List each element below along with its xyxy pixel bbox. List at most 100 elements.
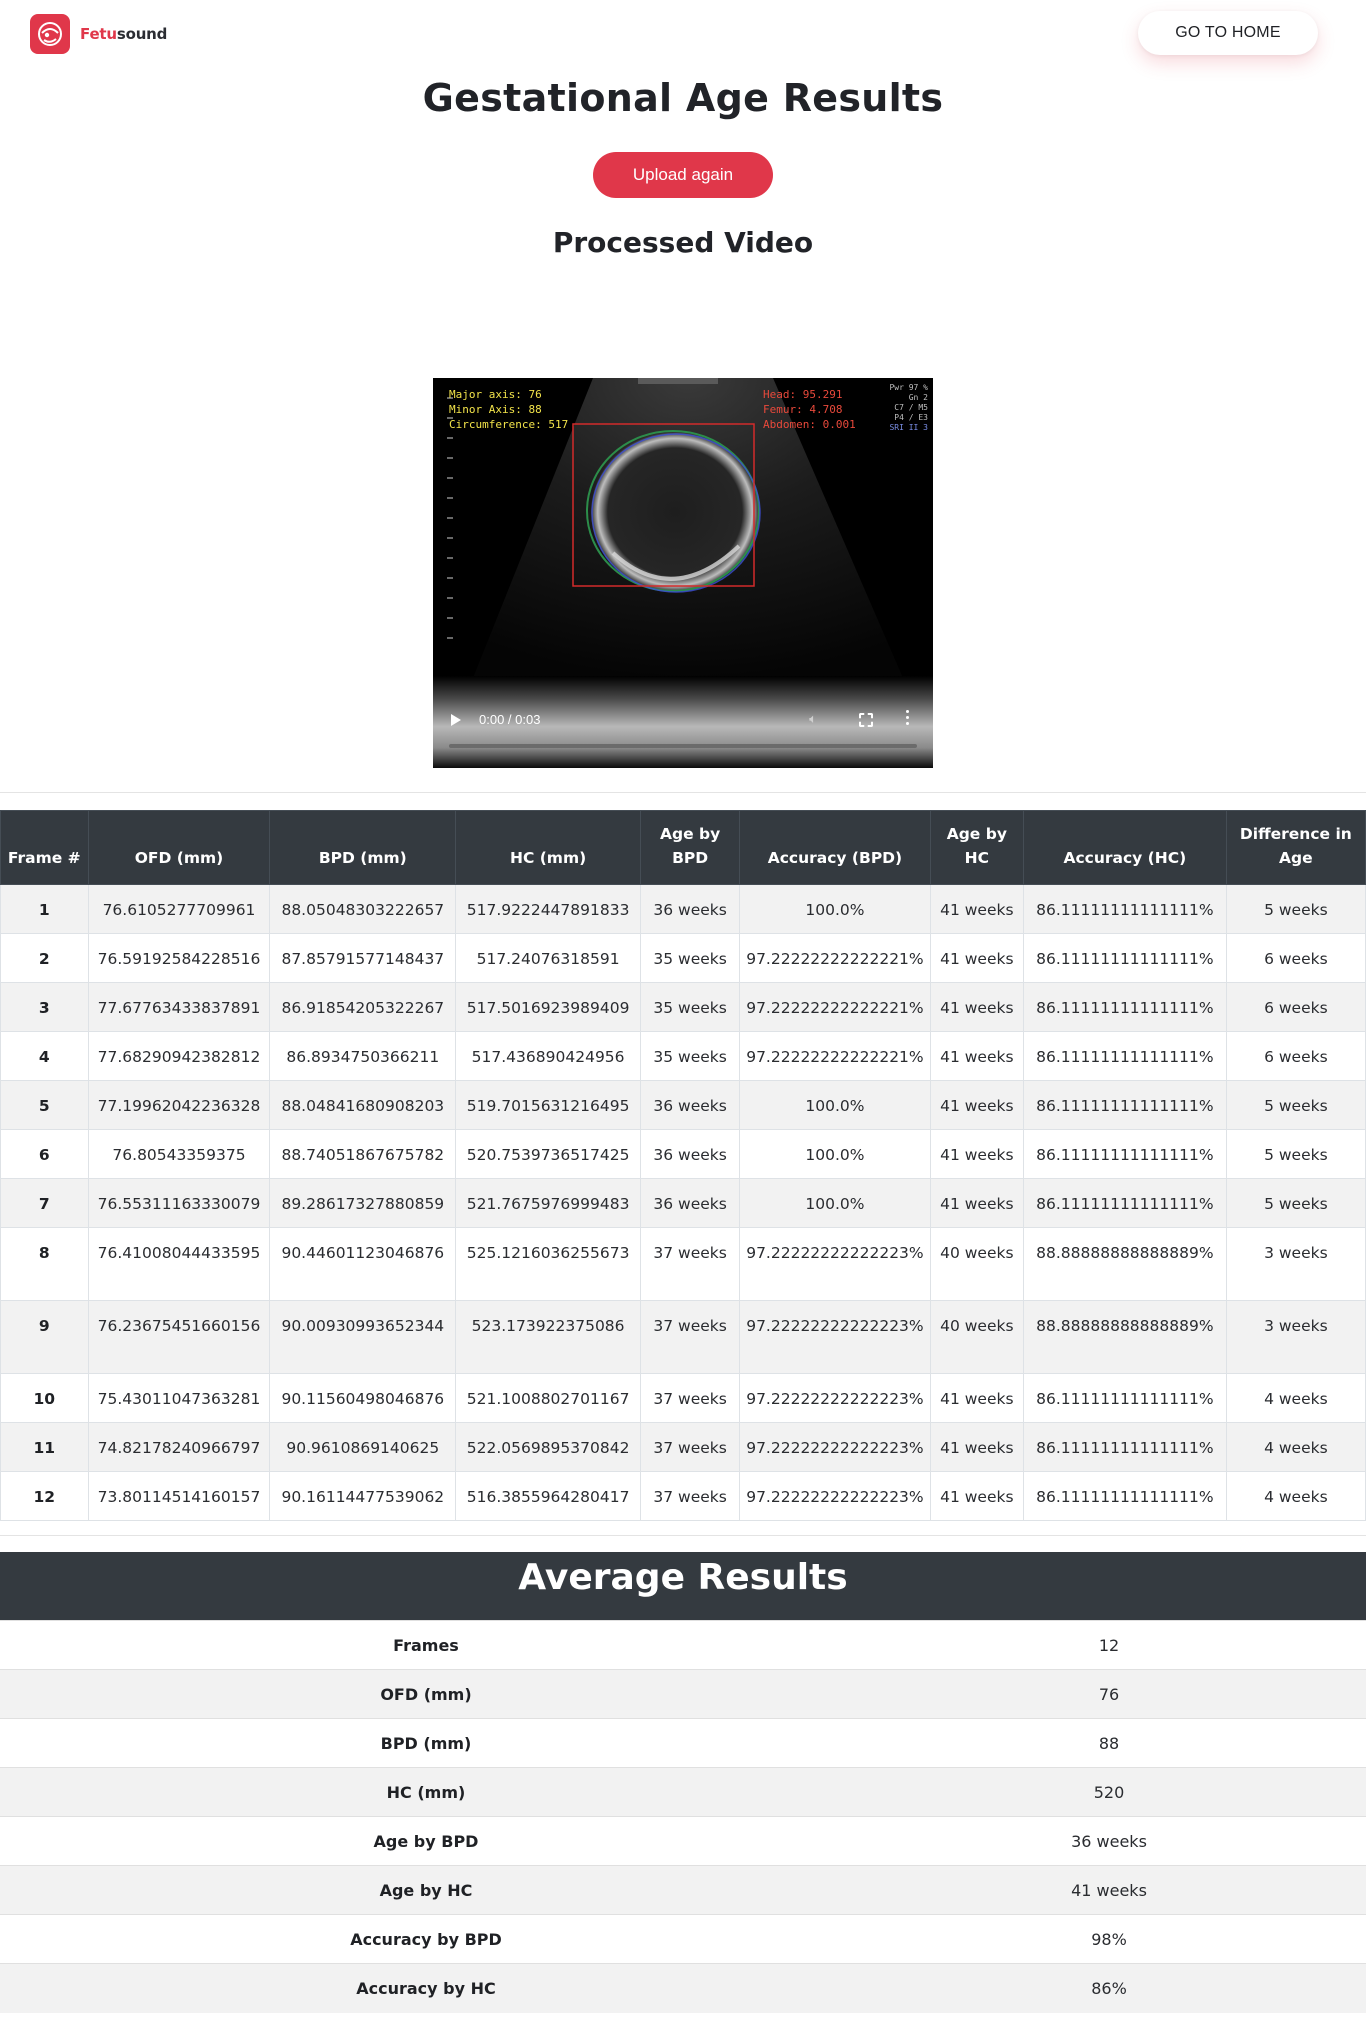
table-cell: 97.22222222222223% bbox=[739, 1300, 931, 1374]
average-value: 520 bbox=[852, 1767, 1366, 1817]
table-cell: 41 weeks bbox=[929, 1422, 1024, 1472]
volume-icon[interactable]: 🔈︎ bbox=[805, 712, 821, 728]
divider bbox=[0, 1535, 1366, 1536]
table-cell: 37 weeks bbox=[639, 1422, 741, 1472]
average-label: Age by BPD bbox=[0, 1816, 852, 1866]
table-cell: 86.11111111111111% bbox=[1022, 933, 1227, 983]
table-cell: 4 weeks bbox=[1225, 1373, 1366, 1423]
table-cell: 86.11111111111111% bbox=[1022, 1373, 1227, 1423]
table-cell: 8 bbox=[0, 1227, 89, 1301]
table-cell: 3 weeks bbox=[1225, 1227, 1366, 1301]
brand-logo[interactable]: Fetusound bbox=[30, 14, 167, 54]
video-time: 0:00 / 0:03 bbox=[479, 712, 541, 727]
table-cell: 37 weeks bbox=[639, 1300, 741, 1374]
table-row: 12 73.80114514160157 90.16114477539062 516.… bbox=[0, 1471, 1366, 1521]
table-cell: 86.11111111111111% bbox=[1022, 1422, 1227, 1472]
table-cell: 517.5016923989409 bbox=[455, 982, 641, 1032]
table-cell: 3 weeks bbox=[1225, 1300, 1366, 1374]
table-cell: 73.80114514160157 bbox=[87, 1471, 271, 1521]
table-cell: 77.19962042236328 bbox=[87, 1080, 271, 1130]
table-cell: 86.91854205322267 bbox=[269, 982, 457, 1032]
col-accuracy-bpd: Accuracy (BPD) bbox=[739, 810, 931, 885]
fullscreen-icon[interactable] bbox=[859, 713, 873, 727]
table-cell: 86.11111111111111% bbox=[1022, 1178, 1227, 1228]
table-cell: 41 weeks bbox=[929, 1471, 1024, 1521]
table-cell: 86.11111111111111% bbox=[1022, 982, 1227, 1032]
table-cell: 90.11560498046876 bbox=[269, 1373, 457, 1423]
table-cell: 35 weeks bbox=[639, 982, 741, 1032]
table-cell: 517.9222447891833 bbox=[455, 884, 641, 934]
average-value: 41 weeks bbox=[852, 1865, 1366, 1915]
upload-again-button[interactable]: Upload again bbox=[593, 152, 773, 198]
overlay-gain: Gn 2 bbox=[909, 393, 928, 402]
table-cell: 35 weeks bbox=[639, 1031, 741, 1081]
table-cell: 90.44601123046876 bbox=[269, 1227, 457, 1301]
table-cell: 41 weeks bbox=[929, 933, 1024, 983]
table-cell: 97.22222222222223% bbox=[739, 1422, 931, 1472]
overlay-minor-axis: Minor Axis: 88 bbox=[449, 403, 542, 416]
average-results-heading: Average Results bbox=[0, 1552, 1366, 1622]
col-age-bpd: Age by BPD bbox=[639, 810, 741, 885]
overlay-sri: SRI II 3 bbox=[889, 423, 928, 432]
table-cell: 5 weeks bbox=[1225, 1080, 1366, 1130]
table-cell: 77.67763433837891 bbox=[87, 982, 271, 1032]
col-hc: HC (mm) bbox=[455, 810, 641, 885]
page-title: Gestational Age Results bbox=[422, 76, 944, 120]
frames-table-body: 1 76.6105277709961 88.05048303222657 517.92… bbox=[0, 884, 1366, 1521]
col-difference: Difference in Age bbox=[1225, 810, 1366, 885]
processed-video-player[interactable]: Major axis: 76 Minor Axis: 88 Circumfere… bbox=[433, 378, 933, 768]
table-cell: 3 bbox=[0, 982, 89, 1032]
average-value: 98% bbox=[852, 1914, 1366, 1964]
table-cell: 76.55311163330079 bbox=[87, 1178, 271, 1228]
average-row: Accuracy by HC 86% bbox=[0, 1963, 1366, 2013]
table-cell: 86.11111111111111% bbox=[1022, 1129, 1227, 1179]
table-cell: 11 bbox=[0, 1422, 89, 1472]
overlay-p4: P4 / E3 bbox=[894, 413, 928, 422]
table-row: 10 75.43011047363281 90.11560498046876 521.… bbox=[0, 1373, 1366, 1423]
average-results-body: Frames 12 OFD (mm) 76 BPD (mm) 88 HC (mm) 520 Ag… bbox=[0, 1620, 1366, 2013]
table-cell: 5 bbox=[0, 1080, 89, 1130]
table-cell: 41 weeks bbox=[929, 1031, 1024, 1081]
overlay-circumference: Circumference: 517 bbox=[449, 418, 568, 431]
overlay-power: Pwr 97 % bbox=[889, 383, 928, 392]
table-cell: 5 weeks bbox=[1225, 1129, 1366, 1179]
table-cell: 76.41008044433595 bbox=[87, 1227, 271, 1301]
table-cell: 37 weeks bbox=[639, 1373, 741, 1423]
overlay-head: Head: 95.291 bbox=[763, 388, 842, 401]
table-cell: 76.23675451660156 bbox=[87, 1300, 271, 1374]
table-cell: 41 weeks bbox=[929, 1178, 1024, 1228]
play-icon[interactable] bbox=[451, 714, 461, 726]
table-row: 11 74.82178240966797 90.9610869140625 522.0… bbox=[0, 1422, 1366, 1472]
table-cell: 5 weeks bbox=[1225, 1178, 1366, 1228]
table-cell: 100.0% bbox=[739, 1178, 931, 1228]
average-value: 76 bbox=[852, 1669, 1366, 1719]
table-cell: 88.04841680908203 bbox=[269, 1080, 457, 1130]
brand-name-dark: sound bbox=[116, 25, 168, 43]
average-label: Accuracy by HC bbox=[0, 1963, 852, 2013]
table-row: 6 76.80543359375 88.74051867675782 520.7539… bbox=[0, 1129, 1366, 1179]
average-row: Age by BPD 36 weeks bbox=[0, 1816, 1366, 1866]
table-cell: 90.16114477539062 bbox=[269, 1471, 457, 1521]
table-cell: 40 weeks bbox=[929, 1300, 1024, 1374]
frames-results-table: Frame # OFD (mm) BPD (mm) HC (mm) Age by… bbox=[0, 810, 1366, 1521]
table-cell: 525.1216036255673 bbox=[455, 1227, 641, 1301]
table-cell: 41 weeks bbox=[929, 884, 1024, 934]
table-cell: 522.0569895370842 bbox=[455, 1422, 641, 1472]
col-accuracy-hc: Accuracy (HC) bbox=[1022, 810, 1227, 885]
go-to-home-button[interactable]: GO TO HOME bbox=[1138, 11, 1318, 55]
overlay-major-axis: Major axis: 76 bbox=[449, 388, 542, 401]
table-cell: 40 weeks bbox=[929, 1227, 1024, 1301]
table-cell: 2 bbox=[0, 933, 89, 983]
table-row: 1 76.6105277709961 88.05048303222657 517.92… bbox=[0, 884, 1366, 934]
table-cell: 36 weeks bbox=[639, 884, 741, 934]
table-cell: 76.6105277709961 bbox=[87, 884, 271, 934]
table-cell: 6 weeks bbox=[1225, 1031, 1366, 1081]
table-row: 8 76.41008044433595 90.44601123046876 525.1… bbox=[0, 1227, 1366, 1301]
average-row: BPD (mm) 88 bbox=[0, 1718, 1366, 1768]
table-cell: 1 bbox=[0, 884, 89, 934]
average-value: 36 weeks bbox=[852, 1816, 1366, 1866]
table-cell: 74.82178240966797 bbox=[87, 1422, 271, 1472]
more-options-icon[interactable] bbox=[906, 710, 910, 728]
table-cell: 37 weeks bbox=[639, 1471, 741, 1521]
video-progress-bar[interactable] bbox=[449, 744, 917, 748]
